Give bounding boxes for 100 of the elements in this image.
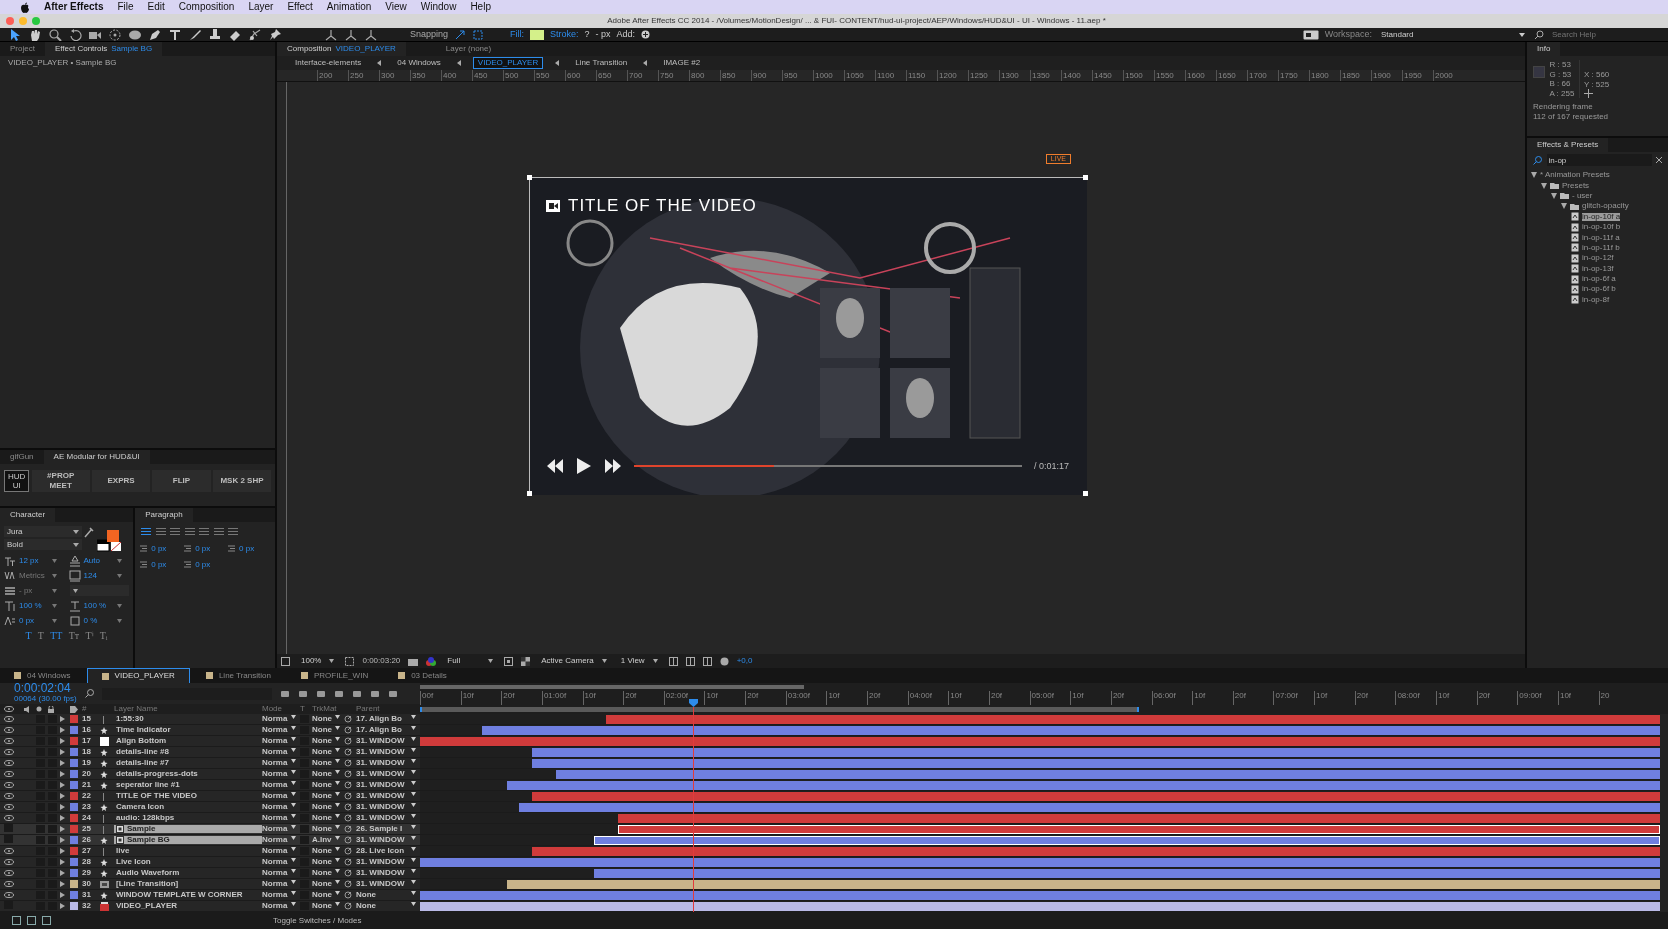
track-matte-dropdown[interactable]: None bbox=[312, 737, 344, 745]
view-axis-icon[interactable] bbox=[364, 28, 378, 41]
panel-tab[interactable]: Character bbox=[0, 508, 56, 522]
exposure-value[interactable]: +0,0 bbox=[736, 656, 753, 666]
baseline-field[interactable]: 0 px bbox=[19, 615, 49, 626]
label-color[interactable] bbox=[70, 858, 78, 866]
layer-name[interactable]: Live Icon bbox=[116, 857, 151, 866]
label-color[interactable] bbox=[70, 737, 78, 745]
parent-dropdown[interactable]: 17. Align Bo bbox=[356, 715, 420, 723]
roto-brush-icon[interactable] bbox=[248, 28, 262, 41]
font-style-dropdown[interactable]: Bold bbox=[4, 539, 82, 551]
leading-field[interactable]: Auto bbox=[83, 555, 114, 566]
layer-name[interactable]: details-line #8 bbox=[116, 747, 169, 756]
layer-row[interactable]: 29 Audio Waveform Norma None 31. WINDOW bbox=[0, 868, 420, 879]
layer-row[interactable]: 18 details-line #8 Norma None 31. WINDOW bbox=[0, 747, 420, 758]
mode-dropdown[interactable]: Norma bbox=[262, 880, 300, 888]
indent-field[interactable]: 0 px bbox=[195, 543, 211, 554]
preset-item[interactable]: in-op-10f b bbox=[1582, 223, 1621, 232]
track-matte-dropdown[interactable]: None bbox=[312, 814, 344, 822]
label-color[interactable] bbox=[70, 869, 78, 877]
caret-icon[interactable] bbox=[52, 573, 57, 578]
fill-swatch[interactable] bbox=[530, 29, 545, 40]
pick-whip-icon[interactable] bbox=[344, 726, 352, 734]
layer-row[interactable]: 26 Sample BG Norma A.Inv 31. WINDOW bbox=[0, 835, 420, 846]
visibility-toggle[interactable] bbox=[4, 835, 13, 843]
menu-item[interactable]: Effect bbox=[287, 1, 313, 13]
eye-icon[interactable] bbox=[4, 814, 14, 821]
tracking-field[interactable]: 124 bbox=[83, 570, 114, 581]
rotate-icon[interactable] bbox=[68, 28, 82, 41]
layer-row[interactable]: 28 Live Icon Norma None 31. WINDOW bbox=[0, 857, 420, 868]
label-color[interactable] bbox=[70, 715, 78, 723]
close-button[interactable] bbox=[6, 17, 14, 25]
eye-icon[interactable] bbox=[4, 781, 14, 788]
eye-icon[interactable] bbox=[4, 759, 14, 766]
pick-whip-icon[interactable] bbox=[344, 737, 352, 745]
preset-item[interactable]: in-op-11f a bbox=[1582, 233, 1620, 242]
parent-dropdown[interactable]: 26. Sample I bbox=[356, 825, 420, 833]
apple-icon[interactable] bbox=[20, 1, 30, 13]
ellipse-icon[interactable] bbox=[128, 28, 142, 41]
tree-item[interactable]: * Animation Presets bbox=[1540, 171, 1610, 180]
pin-icon[interactable] bbox=[268, 28, 282, 41]
mode-dropdown[interactable]: Norma bbox=[262, 781, 300, 789]
workspace-icon[interactable] bbox=[1302, 29, 1319, 40]
layer-name[interactable]: Align Bottom bbox=[116, 736, 167, 745]
expanded-arrow-icon[interactable] bbox=[1561, 203, 1567, 210]
caret-icon[interactable] bbox=[116, 558, 122, 563]
pan-behind-icon[interactable] bbox=[108, 28, 122, 41]
panel-tab[interactable]: Project bbox=[0, 42, 45, 56]
panel-tab[interactable]: Effects & Presets bbox=[1527, 138, 1609, 152]
caret-icon[interactable] bbox=[52, 618, 57, 623]
label-color[interactable] bbox=[70, 770, 78, 778]
label-color[interactable] bbox=[70, 891, 78, 899]
menu-item[interactable]: Animation bbox=[326, 1, 372, 13]
panel-tab[interactable]: gifGun bbox=[0, 450, 44, 464]
rewind-icon[interactable] bbox=[546, 458, 564, 474]
menu-item[interactable]: View bbox=[385, 1, 407, 13]
graph-icon[interactable] bbox=[42, 916, 51, 925]
eye-icon[interactable] bbox=[4, 737, 14, 744]
layer-row[interactable]: 20 details-progress-dots Norma None 31. WINDOW bbox=[0, 769, 420, 780]
mode-dropdown[interactable]: Norma bbox=[262, 759, 300, 767]
pick-whip-icon[interactable] bbox=[344, 748, 352, 756]
layer-name[interactable]: Audio Waveform bbox=[116, 868, 180, 877]
snapshot-icon[interactable] bbox=[408, 656, 419, 666]
parent-dropdown[interactable]: 31. WINDOW bbox=[356, 814, 420, 822]
indent-field[interactable]: 0 px bbox=[151, 543, 167, 554]
track-matte-dropdown[interactable]: None bbox=[312, 858, 344, 866]
track-matte-dropdown[interactable]: None bbox=[312, 781, 344, 789]
mode-dropdown[interactable]: Norma bbox=[262, 891, 300, 899]
stroke-width-field[interactable]: - px bbox=[595, 29, 611, 40]
resize-handle[interactable] bbox=[527, 491, 532, 496]
menu-item[interactable]: Window bbox=[420, 1, 457, 13]
current-time[interactable]: 0:00:02:04 bbox=[14, 683, 77, 695]
label-color[interactable] bbox=[70, 825, 78, 833]
breadcrumb-item[interactable]: 04 Windows bbox=[393, 57, 445, 69]
flowchart-icon[interactable] bbox=[702, 656, 712, 666]
layer-name[interactable]: [Line Transition] bbox=[116, 879, 179, 888]
graph-editor-icon[interactable] bbox=[387, 688, 398, 699]
parent-dropdown[interactable]: 31. WINDOW bbox=[356, 770, 420, 778]
caret-icon[interactable] bbox=[52, 558, 57, 563]
hand-icon[interactable] bbox=[28, 28, 42, 41]
label-color[interactable] bbox=[70, 792, 78, 800]
layer-row[interactable]: 27 live Norma None 28. Live Icon bbox=[0, 846, 420, 857]
brainstorm-icon[interactable] bbox=[369, 688, 380, 699]
pick-whip-icon[interactable] bbox=[344, 781, 352, 789]
layer-name[interactable]: Sample bbox=[127, 825, 156, 833]
parent-dropdown[interactable]: 17. Align Bo bbox=[356, 726, 420, 734]
vscale-field[interactable]: 100 % bbox=[19, 600, 49, 611]
breadcrumb-item[interactable]: VIDEO_PLAYER bbox=[472, 57, 544, 69]
pick-whip-icon[interactable] bbox=[344, 715, 352, 723]
layer-row[interactable]: 30 [Line Transition] Norma None 31. WINDOW bbox=[0, 879, 420, 890]
track-matte-dropdown[interactable]: None bbox=[312, 902, 344, 910]
camera-dropdown[interactable]: Active Camera bbox=[538, 655, 610, 667]
layer-name[interactable]: 1:55:30 bbox=[116, 714, 144, 723]
resize-handle[interactable] bbox=[1083, 491, 1088, 496]
breadcrumb-item[interactable]: Interface-elements bbox=[291, 57, 366, 69]
layer-name[interactable]: audio: 128kbps bbox=[116, 813, 175, 822]
text-style-button[interactable]: Tⁱ bbox=[83, 629, 96, 642]
resize-handle[interactable] bbox=[1083, 175, 1088, 180]
track-matte-dropdown[interactable]: None bbox=[312, 803, 344, 811]
mode-dropdown[interactable]: Norma bbox=[262, 792, 300, 800]
